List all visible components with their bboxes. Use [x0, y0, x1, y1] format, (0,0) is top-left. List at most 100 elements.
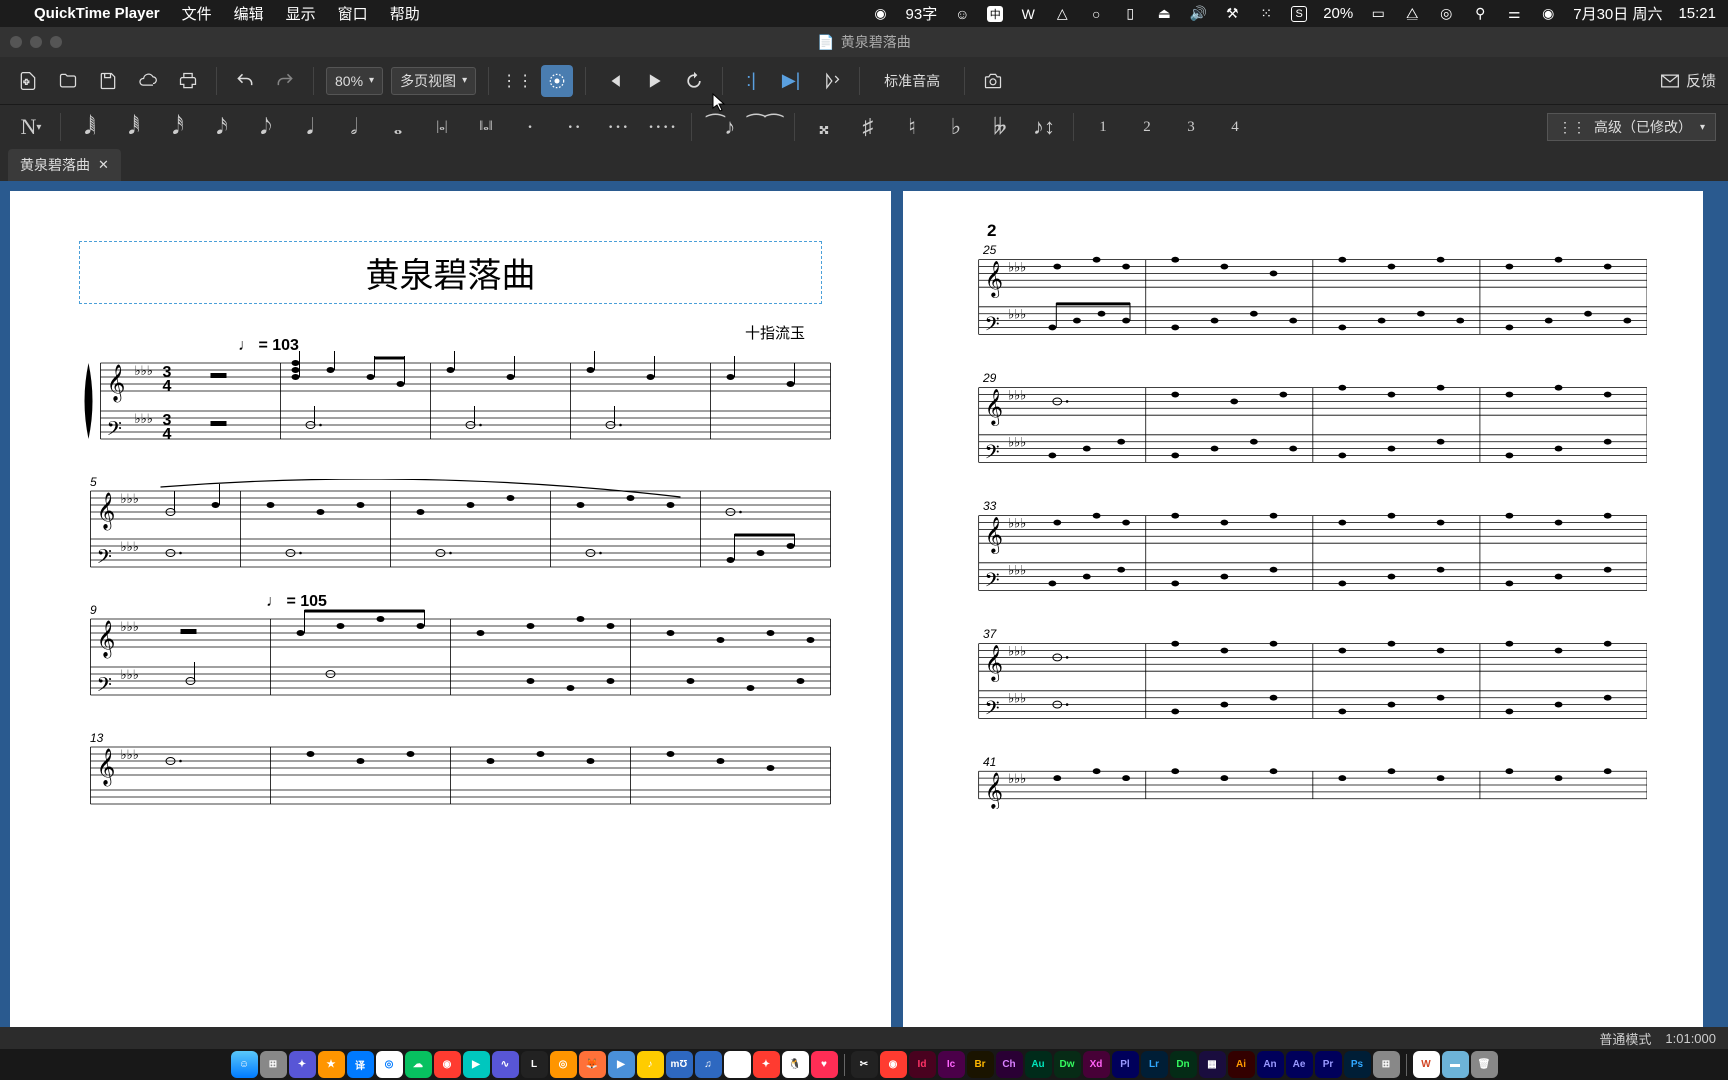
- feedback-button[interactable]: 反馈: [1660, 70, 1716, 91]
- dock-app14[interactable]: ◉: [880, 1051, 907, 1078]
- note-input-button[interactable]: N▾: [12, 109, 50, 145]
- triple-dot-button[interactable]: ···: [599, 109, 637, 145]
- title-frame[interactable]: 黄泉碧落曲: [79, 241, 822, 304]
- dock-audition[interactable]: Au: [1025, 1051, 1052, 1078]
- new-file-button[interactable]: [12, 65, 44, 97]
- dock-translate[interactable]: 译: [347, 1051, 374, 1078]
- voice-1-button[interactable]: 1: [1084, 109, 1122, 145]
- voice-3-button[interactable]: 3: [1172, 109, 1210, 145]
- dock-launchpad[interactable]: ⊞: [260, 1051, 287, 1078]
- tie-button[interactable]: ⁀♪: [702, 109, 740, 145]
- dock-aftereffects[interactable]: Ae: [1286, 1051, 1313, 1078]
- dock-safari[interactable]: ◎: [376, 1051, 403, 1078]
- document-tab[interactable]: 黄泉碧落曲 ✕: [8, 149, 121, 181]
- play-button[interactable]: [638, 65, 670, 97]
- tool1-icon[interactable]: ⚒: [1223, 5, 1241, 23]
- save-button[interactable]: [92, 65, 124, 97]
- breve-note-button[interactable]: |𝅝|: [423, 109, 461, 145]
- dock-app7[interactable]: ◎: [550, 1051, 577, 1078]
- camera-button[interactable]: [977, 65, 1009, 97]
- dock-chrome[interactable]: ◕: [724, 1051, 751, 1078]
- eye-icon[interactable]: ◎: [1437, 5, 1455, 23]
- dock-firefox[interactable]: 🦊: [579, 1051, 606, 1078]
- double-dot-button[interactable]: ··: [555, 109, 593, 145]
- print-button[interactable]: [172, 65, 204, 97]
- dock-app11[interactable]: ✦: [753, 1051, 780, 1078]
- search-icon[interactable]: ⚲: [1471, 5, 1489, 23]
- quad-dot-button[interactable]: ····: [643, 109, 681, 145]
- workspace-select[interactable]: ⋮⋮高级（已修改）▾: [1547, 113, 1716, 141]
- double-flat-button[interactable]: 𝄫: [981, 109, 1019, 145]
- double-sharp-button[interactable]: 𝄪: [805, 109, 843, 145]
- dock-dimension[interactable]: Dn: [1170, 1051, 1197, 1078]
- view-mode-select[interactable]: 多页视图▾: [391, 67, 476, 95]
- face-icon[interactable]: ☺: [953, 5, 971, 23]
- dock-app5[interactable]: ∿: [492, 1051, 519, 1078]
- dock-app9[interactable]: ♪: [637, 1051, 664, 1078]
- dock-incopy[interactable]: Ic: [938, 1051, 965, 1078]
- dock-wechat[interactable]: ☁: [405, 1051, 432, 1078]
- siri-icon[interactable]: ◉: [1539, 5, 1557, 23]
- dock-finder[interactable]: ☺: [231, 1051, 258, 1078]
- ime-icon[interactable]: 中: [987, 6, 1003, 22]
- dock-app8[interactable]: ▶: [608, 1051, 635, 1078]
- tab-close-icon[interactable]: ✕: [98, 157, 109, 173]
- dock-mediaencoder[interactable]: ▦: [1199, 1051, 1226, 1078]
- dock-bridge[interactable]: Br: [967, 1051, 994, 1078]
- half-note-button[interactable]: 𝅗𝅥: [335, 109, 373, 145]
- menubar-date[interactable]: 7月30日 周六: [1573, 3, 1662, 24]
- grip-icon[interactable]: ⋮⋮: [501, 65, 533, 97]
- longa-note-button[interactable]: ‖𝅝‖: [467, 109, 505, 145]
- dock-lightroom[interactable]: Lr: [1141, 1051, 1168, 1078]
- wechat-icon[interactable]: W: [1019, 5, 1037, 23]
- eject-icon[interactable]: ⏏: [1155, 5, 1173, 23]
- dock-illustrator[interactable]: Ai: [1228, 1051, 1255, 1078]
- menu-edit[interactable]: 编辑: [234, 3, 264, 24]
- loop-button[interactable]: [678, 65, 710, 97]
- 64th-note-button[interactable]: 𝅘𝅥𝅲: [71, 109, 109, 145]
- menu-file[interactable]: 文件: [182, 3, 212, 24]
- menu-help[interactable]: 帮助: [390, 3, 420, 24]
- 16th-note-button[interactable]: 𝅘𝅥𝅰: [159, 109, 197, 145]
- redo-button[interactable]: [269, 65, 301, 97]
- menubar-time[interactable]: 15:21: [1678, 5, 1716, 22]
- dock-folder[interactable]: ▬: [1442, 1051, 1469, 1078]
- menu-window[interactable]: 窗口: [338, 3, 368, 24]
- wifi-icon[interactable]: ⧋: [1403, 5, 1421, 23]
- dot-button[interactable]: ·: [511, 109, 549, 145]
- box-icon[interactable]: ▯: [1121, 5, 1139, 23]
- rewind-button[interactable]: [598, 65, 630, 97]
- cloud-button[interactable]: [132, 65, 164, 97]
- dock-app6[interactable]: L: [521, 1051, 548, 1078]
- dock-app2[interactable]: ★: [318, 1051, 345, 1078]
- dock-app15[interactable]: ⊞: [1373, 1051, 1400, 1078]
- pitch-label[interactable]: 标准音高: [872, 65, 952, 97]
- control-center-icon[interactable]: ⚌: [1505, 5, 1523, 23]
- dock-character[interactable]: Ch: [996, 1051, 1023, 1078]
- record-icon[interactable]: ◉: [872, 5, 890, 23]
- dock-app10[interactable]: ♫: [695, 1051, 722, 1078]
- slur-button[interactable]: ⁀⁀: [746, 109, 784, 145]
- dock-animate[interactable]: An: [1257, 1051, 1284, 1078]
- whole-note-button[interactable]: 𝅝: [379, 109, 417, 145]
- menu-view[interactable]: 显示: [286, 3, 316, 24]
- 8th-note-alt-button[interactable]: 𝅘𝅥𝅮: [247, 109, 285, 145]
- circle-icon[interactable]: ○: [1087, 5, 1105, 23]
- dock-photoshop[interactable]: Ps: [1344, 1051, 1371, 1078]
- voice-2-button[interactable]: 2: [1128, 109, 1166, 145]
- open-button[interactable]: [52, 65, 84, 97]
- dock-app4[interactable]: ▶: [463, 1051, 490, 1078]
- dock-wps[interactable]: W: [1413, 1051, 1440, 1078]
- triangle-icon[interactable]: △: [1053, 5, 1071, 23]
- dock-prelude[interactable]: Pl: [1112, 1051, 1139, 1078]
- undo-button[interactable]: [229, 65, 261, 97]
- repeat-end-button[interactable]: ▶|: [775, 65, 807, 97]
- flat-button[interactable]: ♭: [937, 109, 975, 145]
- tool2-icon[interactable]: ⁙: [1257, 5, 1275, 23]
- s-icon[interactable]: S: [1291, 6, 1307, 22]
- natural-button[interactable]: ♮: [893, 109, 931, 145]
- countdown-button[interactable]: [815, 65, 847, 97]
- dock-premiere[interactable]: Pr: [1315, 1051, 1342, 1078]
- dock-app13[interactable]: ✂: [851, 1051, 878, 1078]
- dock-dreamweaver[interactable]: Dw: [1054, 1051, 1081, 1078]
